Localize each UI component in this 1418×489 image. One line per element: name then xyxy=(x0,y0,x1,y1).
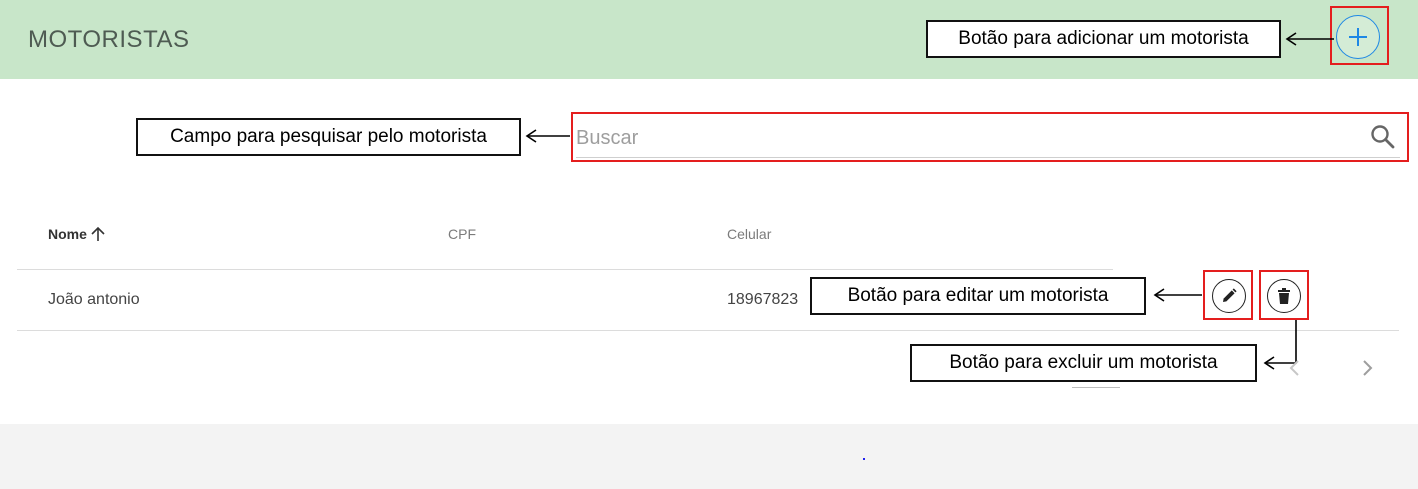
arrow-to-search xyxy=(525,129,570,143)
column-header-celular[interactable]: Celular xyxy=(727,226,771,242)
arrow-to-edit xyxy=(1153,288,1202,302)
page-title: MOTORISTAS xyxy=(28,26,190,53)
arrow-up-icon[interactable] xyxy=(90,225,106,243)
callout-delete: Botão para excluir um motorista xyxy=(910,344,1257,382)
search-field xyxy=(576,118,1400,158)
footer-dot xyxy=(863,458,865,460)
callout-add: Botão para adicionar um motorista xyxy=(926,20,1281,58)
cell-nome: João antonio xyxy=(48,291,140,308)
header-divider xyxy=(17,269,1113,270)
callout-search: Campo para pesquisar pelo motorista xyxy=(136,118,521,156)
column-header-nome[interactable]: Nome xyxy=(48,226,87,242)
search-input[interactable] xyxy=(576,124,1356,152)
callout-edit: Botão para editar um motorista xyxy=(810,277,1146,315)
arrow-to-add xyxy=(1285,32,1334,46)
chevron-left-icon[interactable] xyxy=(1286,358,1304,378)
row-divider xyxy=(17,330,1399,331)
delete-button-highlight xyxy=(1259,270,1309,320)
footer xyxy=(0,424,1418,489)
cell-celular: 18967823 xyxy=(727,291,799,308)
edit-button-highlight xyxy=(1203,270,1253,320)
chevron-right-icon[interactable] xyxy=(1358,358,1376,378)
add-button-highlight xyxy=(1330,6,1389,65)
search-icon[interactable] xyxy=(1370,124,1396,150)
column-header-cpf[interactable]: CPF xyxy=(448,226,476,242)
rows-per-page-select[interactable] xyxy=(1072,387,1120,388)
